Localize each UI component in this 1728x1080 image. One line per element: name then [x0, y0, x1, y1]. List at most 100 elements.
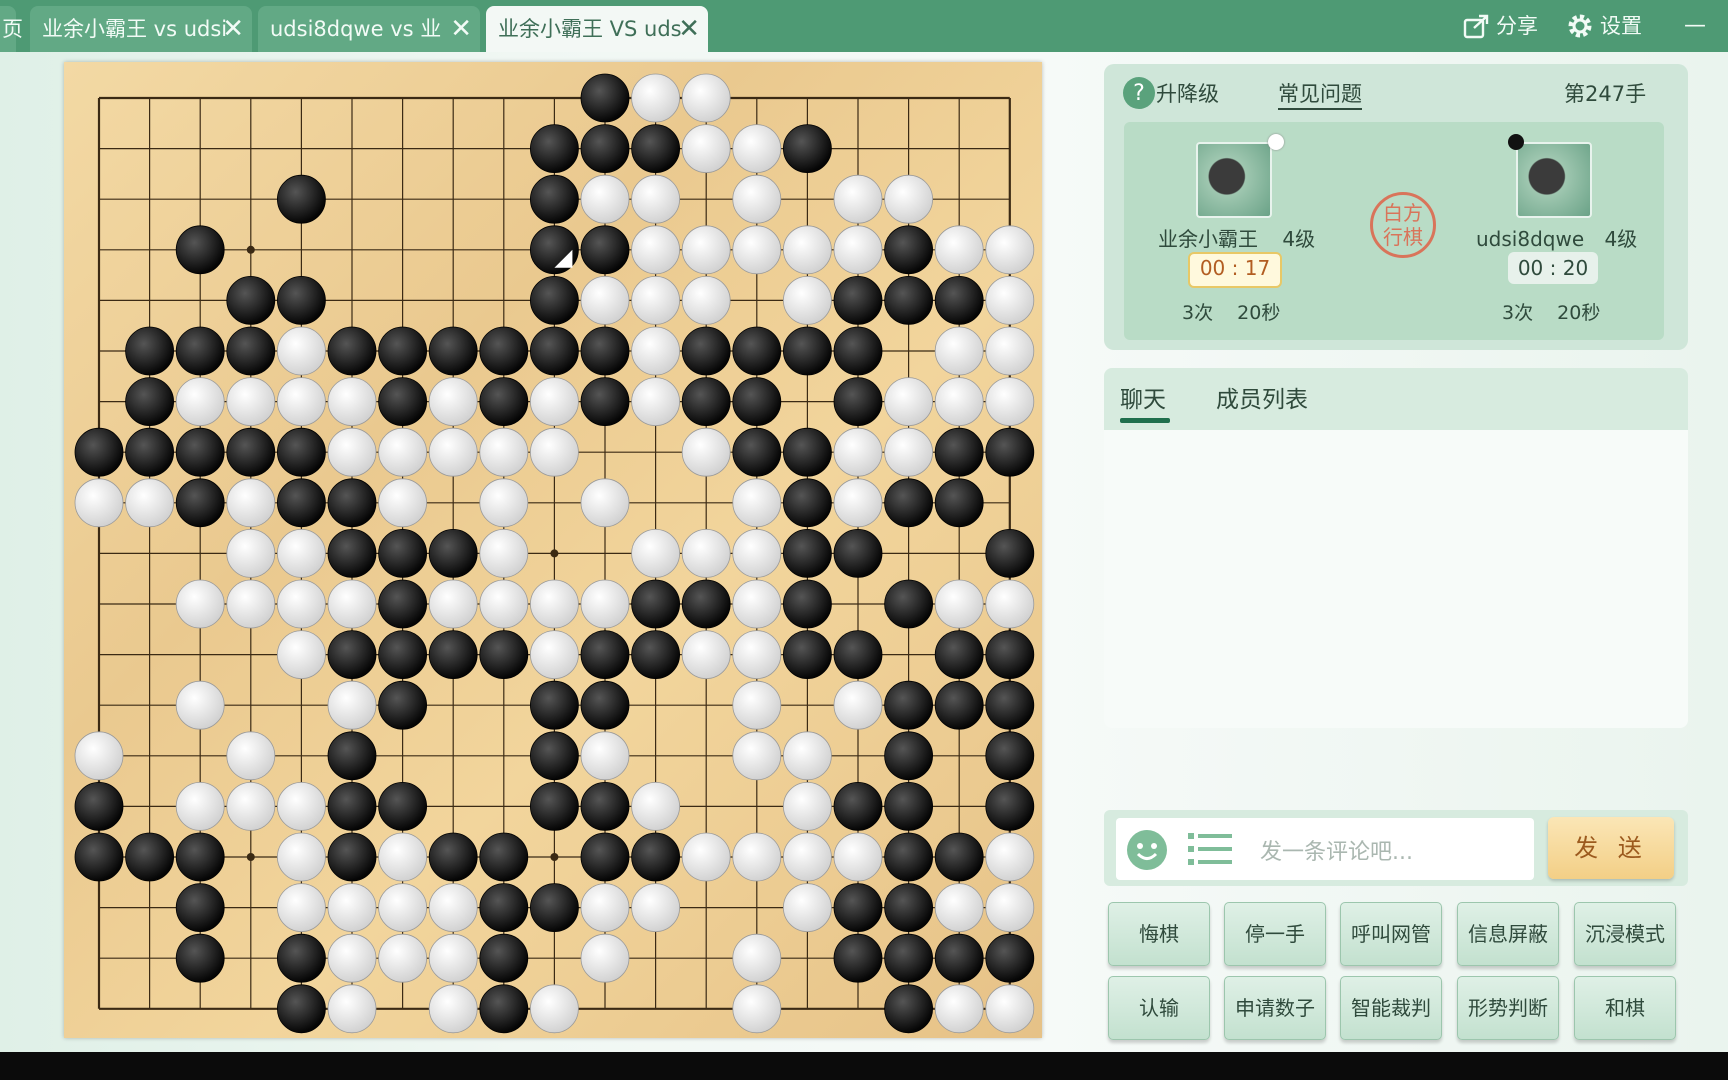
white-stone [428, 427, 478, 477]
draw-button[interactable]: 和棋 [1574, 976, 1676, 1040]
white-stone [631, 883, 680, 932]
list-icon[interactable] [1188, 831, 1232, 867]
black-stone [276, 275, 326, 325]
white-stone [732, 731, 782, 781]
star-point [550, 853, 559, 861]
black-stone [125, 377, 174, 427]
tab-game-3[interactable]: 业余小霸王 VS uds ✕ [486, 6, 708, 52]
black-stone [732, 377, 782, 427]
black-stone [681, 579, 731, 629]
send-button[interactable]: 发 送 [1548, 817, 1674, 879]
position-judge-button[interactable]: 形势判断 [1457, 976, 1559, 1040]
white-stone [580, 579, 630, 629]
go-board[interactable] [64, 62, 1042, 1038]
black-stone [479, 933, 529, 983]
black-stone [327, 478, 377, 528]
black-stone [327, 630, 377, 679]
white-stone [276, 579, 326, 629]
levels-link[interactable]: 升降级 [1156, 78, 1219, 108]
black-stone [833, 275, 883, 325]
close-icon[interactable]: ✕ [450, 6, 472, 52]
white-stone [833, 427, 883, 477]
pass-button[interactable]: 停一手 [1224, 902, 1326, 966]
white-stone [580, 731, 630, 781]
faq-link[interactable]: 常见问题 [1278, 78, 1362, 110]
black-stone [884, 225, 933, 275]
white-stone-indicator [1268, 134, 1284, 150]
black-stone [276, 933, 326, 983]
request-count-button[interactable]: 申请数子 [1224, 976, 1326, 1040]
share-button[interactable]: 分享 [1462, 8, 1538, 44]
comment-input[interactable]: 发一条评论吧... [1116, 818, 1534, 880]
resign-button[interactable]: 认输 [1108, 976, 1210, 1040]
black-stone [529, 174, 579, 224]
black-stone [378, 630, 428, 679]
black-stone [378, 528, 428, 578]
white-stone [681, 528, 731, 578]
black-stone [580, 782, 630, 831]
black-stone [529, 782, 579, 831]
white-stone [175, 579, 225, 629]
tab-members[interactable]: 成员列表 [1216, 380, 1308, 414]
white-stone [833, 174, 883, 224]
white-stone [833, 680, 883, 730]
white-stone [276, 782, 326, 831]
white-stone [833, 478, 883, 528]
white-stone [74, 731, 124, 781]
settings-button[interactable]: 设置 [1566, 8, 1642, 44]
minimize-button[interactable]: — [1684, 8, 1706, 44]
white-stone [175, 377, 225, 427]
undo-button[interactable]: 悔棋 [1108, 902, 1210, 966]
black-stone [884, 478, 933, 528]
avatar [1516, 142, 1592, 218]
white-stone [529, 984, 579, 1034]
white-stone [428, 933, 478, 983]
white-stone [783, 225, 832, 275]
block-info-button[interactable]: 信息屏蔽 [1457, 902, 1559, 966]
black-stone [985, 528, 1035, 578]
white-stone [276, 377, 326, 427]
white-stone [631, 73, 680, 123]
white-stone [985, 883, 1035, 932]
black-stone [226, 275, 276, 325]
black-stone [732, 326, 782, 376]
white-stone [783, 832, 832, 882]
tab-game-1[interactable]: 业余小霸王 vs udsi ✕ [30, 6, 252, 52]
black-stone [125, 427, 174, 477]
close-icon[interactable]: ✕ [678, 6, 700, 52]
white-stone [934, 377, 984, 427]
white-stone [884, 377, 933, 427]
tab-game-2[interactable]: udsi8dqwe vs 业 ✕ [258, 6, 480, 52]
black-stone [74, 832, 124, 882]
white-stone [327, 579, 377, 629]
ai-judge-button[interactable]: 智能裁判 [1340, 976, 1442, 1040]
white-stone [428, 377, 478, 427]
white-stone [74, 478, 124, 528]
white-stone [833, 225, 883, 275]
emoji-icon[interactable] [1126, 829, 1168, 871]
tab-home[interactable]: 页 [0, 6, 23, 52]
close-icon[interactable]: ✕ [222, 6, 244, 52]
black-stone [884, 680, 933, 730]
white-stone [732, 680, 782, 730]
white-stone [783, 883, 832, 932]
black-stone [934, 832, 984, 882]
tab-label: 业余小霸王 VS uds [498, 17, 682, 41]
star-point [246, 853, 255, 861]
white-stone [783, 275, 832, 325]
tab-chat[interactable]: 聊天 [1120, 380, 1166, 414]
call-admin-button[interactable]: 呼叫网管 [1340, 902, 1442, 966]
white-stone [985, 275, 1035, 325]
white-stone [934, 579, 984, 629]
byoyomi-info: 3次 20秒 [1182, 302, 1281, 324]
tab-bar: 页 业余小霸王 vs udsi ✕ udsi8dqwe vs 业 ✕ 业余小霸王… [0, 0, 1728, 52]
player-timer: 00 : 17 [1188, 252, 1282, 288]
immersive-mode-button[interactable]: 沉浸模式 [1574, 902, 1676, 966]
black-stone [125, 326, 174, 376]
black-stone [479, 326, 529, 376]
black-stone [74, 427, 124, 477]
black-stone [631, 832, 680, 882]
black-stone [580, 377, 630, 427]
black-stone [529, 680, 579, 730]
players-box: 业余小霸王 4级 00 : 17 3次 20秒 白方 行棋 udsi8dqwe … [1124, 122, 1664, 340]
